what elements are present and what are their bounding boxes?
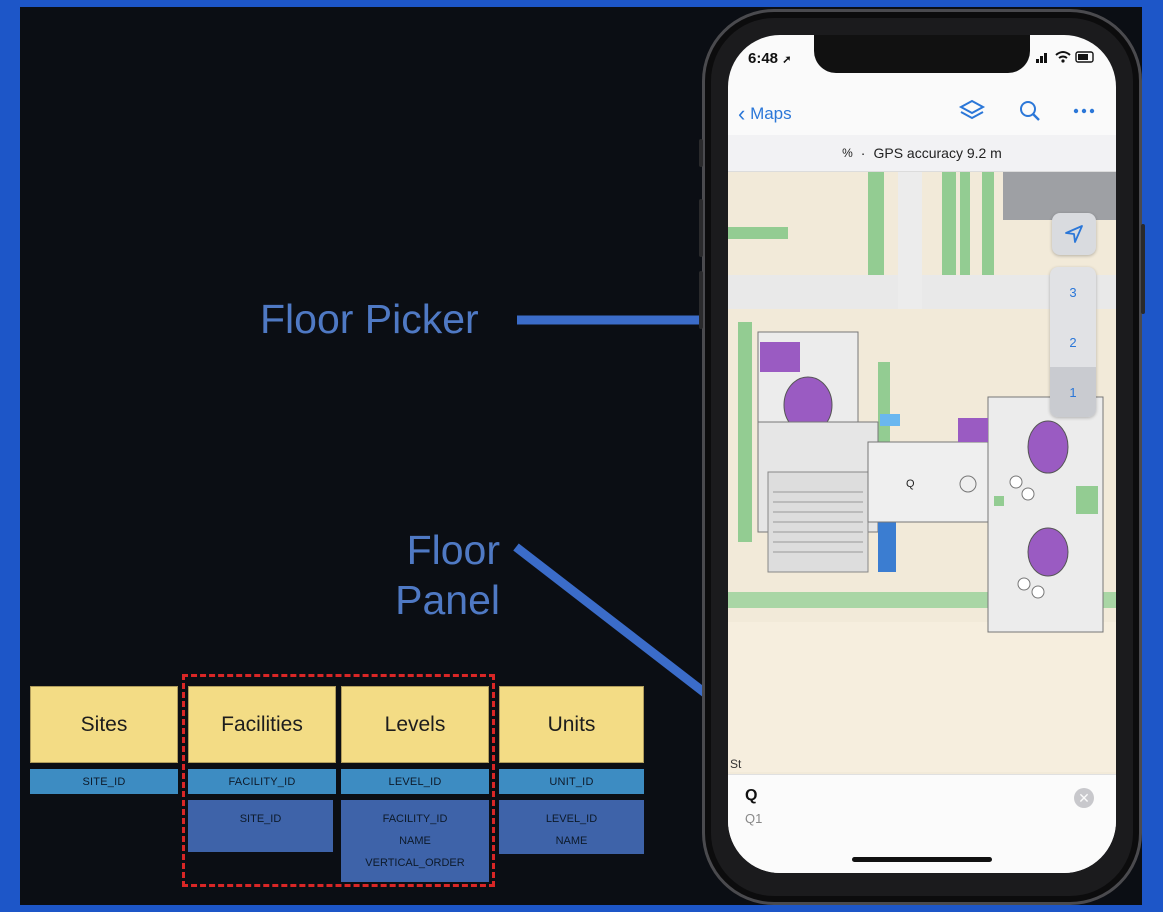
floor-level-button[interactable]: 2 [1050, 317, 1096, 367]
map-unit [760, 342, 800, 372]
map-marker-label: Q [906, 478, 915, 490]
back-button-label: Maps [750, 104, 792, 123]
map-green-area [942, 172, 956, 275]
facilities-field-site-id: SITE_ID [239, 813, 282, 825]
indoor-map[interactable]: Q St [728, 172, 1116, 774]
location-arrow-icon [1065, 225, 1083, 243]
map-green-area [1076, 486, 1098, 514]
map-green-area [960, 172, 970, 275]
levels-fields: FACILITY_ID NAME VERTICAL_ORDER [341, 800, 489, 882]
floor-panel-facility-name: Q [745, 787, 758, 804]
map-road-vertical [898, 172, 922, 309]
floor-level-button-selected[interactable]: 1 [1050, 367, 1096, 417]
levels-key-field: LEVEL_ID [341, 769, 489, 794]
floor-picker: 3 2 1 [1050, 267, 1096, 417]
map-street-label: St [730, 757, 742, 771]
mute-switch [699, 139, 703, 167]
map-feature [1009, 475, 1023, 489]
more-icon[interactable] [1070, 97, 1098, 125]
map-unit-light-blue [880, 414, 900, 426]
map-green-area [982, 172, 994, 275]
table-facilities: Facilities [188, 686, 336, 763]
facilities-fields: SITE_ID [188, 800, 333, 852]
home-indicator[interactable] [852, 857, 992, 862]
map-green-area [994, 496, 1004, 506]
gps-accuracy-bar: % · GPS accuracy 9.2 m [728, 135, 1116, 172]
phone-device: Q St 6:48 ➚ ‹ Maps % · GPS accuracy 9.2 … [699, 9, 1145, 905]
units-key-field: UNIT_ID [499, 769, 644, 794]
map-feature [1021, 487, 1035, 501]
levels-field-name: NAME [399, 835, 431, 847]
phone-screen: Q St 6:48 ➚ ‹ Maps % · GPS accuracy 9.2 … [728, 35, 1116, 873]
map-feature [1017, 577, 1031, 591]
units-field-name: NAME [555, 835, 588, 847]
levels-field-facility-id: FACILITY_ID [382, 813, 448, 825]
signal-wifi-battery-icon [1036, 51, 1094, 63]
levels-field-vertical-order: VERTICAL_ORDER [365, 857, 465, 869]
close-icon[interactable]: ✕ [1074, 788, 1094, 808]
map-plaza [728, 622, 1116, 772]
map-unit [958, 418, 988, 442]
map-feature [1031, 585, 1045, 599]
facilities-key-field: FACILITY_ID [188, 769, 336, 794]
slide: Floor Picker Floor Panel Sites Facilitie… [20, 7, 1145, 905]
map-unit [1027, 527, 1069, 577]
table-sites: Sites [30, 686, 178, 763]
units-fields: LEVEL_ID NAME [499, 800, 644, 854]
floor-level-button[interactable]: 3 [1050, 267, 1096, 317]
chevron-left-icon: ‹ [738, 101, 746, 126]
volume-up-button [699, 199, 703, 257]
power-button [1141, 224, 1145, 314]
back-button[interactable]: ‹ Maps [738, 101, 792, 127]
floor-panel-level-name: Q1 [745, 811, 763, 826]
map-unit [1027, 420, 1069, 474]
table-units: Units [499, 686, 644, 763]
sites-key-field: SITE_ID [30, 769, 178, 794]
map-building [867, 441, 994, 523]
separator-dot: · [860, 145, 866, 161]
units-field-level-id: LEVEL_ID [545, 813, 598, 825]
locate-button[interactable] [1052, 213, 1096, 255]
map-green-area [738, 322, 752, 542]
status-icons [1036, 50, 1096, 67]
location-arrow-icon: ➚ [782, 54, 792, 66]
search-icon[interactable] [1016, 97, 1044, 125]
map-green-area [728, 227, 788, 239]
layers-icon[interactable] [958, 97, 986, 125]
status-time: 6:48 ➚ [748, 50, 792, 67]
gps-icon: % [842, 146, 853, 160]
table-levels: Levels [341, 686, 489, 763]
map-green-area [868, 172, 884, 275]
navigation-bar: ‹ Maps [728, 85, 1116, 135]
gps-accuracy-text: GPS accuracy 9.2 m [873, 145, 1002, 161]
phone-notch [814, 35, 1030, 73]
volume-down-button [699, 271, 703, 329]
